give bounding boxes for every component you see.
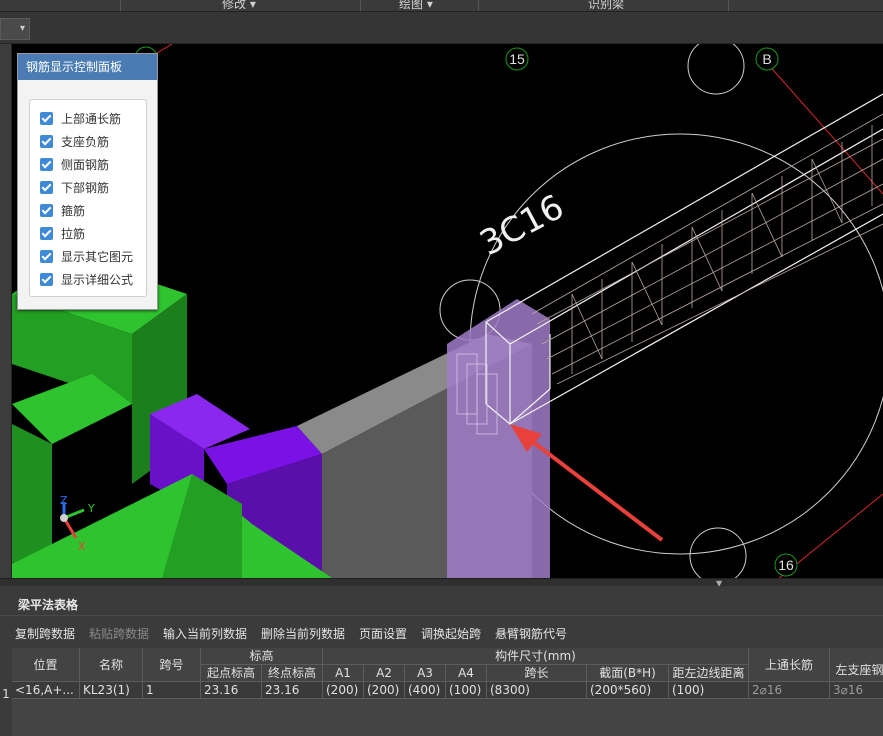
- header-edge-distance[interactable]: 距左边线距离: [669, 665, 749, 682]
- cell-a4[interactable]: (100): [446, 682, 487, 699]
- checkbox-checked-icon[interactable]: [40, 158, 53, 171]
- axis-label-16: 16: [778, 557, 794, 573]
- panel-splitter[interactable]: ▼: [0, 578, 883, 588]
- checkbox-checked-icon[interactable]: [40, 227, 53, 240]
- option-bottom-rebar[interactable]: 下部钢筋: [30, 176, 146, 199]
- axis-origin: [60, 514, 68, 522]
- copy-span-button[interactable]: 复制跨数据: [15, 625, 75, 642]
- checkbox-checked-icon[interactable]: [40, 204, 53, 217]
- rebar-cage: [531, 113, 883, 385]
- header-left-support-rebar[interactable]: 左支座钢: [830, 648, 883, 682]
- panel-options: 上部通长筋 支座负筋 侧面钢筋 下部钢筋 箍筋 拉筋 显示其它图元 显示详细公式: [29, 99, 147, 297]
- header-dimensions[interactable]: 构件尺寸(mm): [323, 648, 749, 665]
- checkbox-checked-icon[interactable]: [40, 181, 53, 194]
- input-column-button[interactable]: 输入当前列数据: [163, 625, 247, 642]
- panel-title: 钢筋显示控制面板: [18, 54, 157, 80]
- option-tie-bar[interactable]: 拉筋: [30, 222, 146, 245]
- beam-outline: [485, 128, 883, 345]
- checkbox-checked-icon[interactable]: [40, 112, 53, 125]
- header-top-long-rebar[interactable]: 上通长筋: [749, 648, 830, 682]
- chevron-down-icon: ▾: [19, 23, 25, 34]
- header-start-elevation[interactable]: 起点标高: [201, 665, 262, 682]
- header-name[interactable]: 名称: [80, 648, 143, 682]
- menu-draw[interactable]: 绘图 ▾: [399, 0, 433, 11]
- option-label: 下部钢筋: [61, 181, 110, 195]
- table-toolbar: 复制跨数据 粘贴跨数据 输入当前列数据 删除当前列数据 页面设置 调换起始跨 悬…: [0, 620, 883, 644]
- cell-a1[interactable]: (200): [323, 682, 364, 699]
- menu-separator: [728, 0, 729, 11]
- option-label: 显示详细公式: [61, 273, 134, 287]
- header-end-elevation[interactable]: 终点标高: [262, 665, 323, 682]
- z-axis-label: Z: [60, 494, 68, 507]
- delete-column-button[interactable]: 删除当前列数据: [261, 625, 345, 642]
- rebar-annotation: 3C16: [473, 187, 570, 264]
- view-combo[interactable]: ▾: [0, 18, 30, 40]
- option-label: 上部通长筋: [61, 112, 122, 126]
- beam-table-panel: 梁平法表格 复制跨数据 粘贴跨数据 输入当前列数据 删除当前列数据 页面设置 调…: [0, 586, 883, 736]
- cell-edge-distance[interactable]: (100): [669, 682, 749, 699]
- option-stirrup[interactable]: 箍筋: [30, 199, 146, 222]
- option-show-other[interactable]: 显示其它图元: [30, 245, 146, 268]
- option-top-long-rebar[interactable]: 上部通长筋: [30, 107, 146, 130]
- table-panel-title: 梁平法表格: [0, 594, 883, 616]
- left-dock-strip: [0, 44, 12, 580]
- header-span[interactable]: 跨号: [143, 648, 201, 682]
- menu-separator: [120, 0, 121, 11]
- rebar-display-panel: 钢筋显示控制面板 上部通长筋 支座负筋 侧面钢筋 下部钢筋 箍筋 拉筋 显示其它…: [17, 53, 158, 310]
- beam-table: 位置 名称 跨号 标高 起点标高 终点标高 构件尺寸(mm) A1 A2 A3 …: [12, 648, 883, 736]
- cell-start-elevation[interactable]: 23.16: [201, 682, 262, 699]
- header-a2[interactable]: A2: [364, 665, 405, 682]
- option-support-neg-rebar[interactable]: 支座负筋: [30, 130, 146, 153]
- header-elevation[interactable]: 标高: [201, 648, 323, 665]
- table-empty-area: [12, 699, 883, 736]
- option-show-formula[interactable]: 显示详细公式: [30, 268, 146, 291]
- cell-position[interactable]: <16,A+...: [12, 682, 80, 699]
- axis-label-b: B: [762, 51, 771, 67]
- checkbox-checked-icon[interactable]: [40, 250, 53, 263]
- page-setup-button[interactable]: 页面设置: [359, 625, 407, 642]
- cell-span[interactable]: 1: [143, 682, 201, 699]
- menu-separator: [360, 0, 361, 11]
- option-side-rebar[interactable]: 侧面钢筋: [30, 153, 146, 176]
- header-a1[interactable]: A1: [323, 665, 364, 682]
- option-label: 拉筋: [61, 227, 86, 241]
- menu-separator: [478, 0, 479, 11]
- header-a4[interactable]: A4: [446, 665, 487, 682]
- checkbox-checked-icon[interactable]: [40, 135, 53, 148]
- small-circle: [687, 44, 745, 95]
- row-number: 1: [0, 686, 12, 703]
- header-span-length[interactable]: 跨长: [487, 665, 587, 682]
- cell-end-elevation[interactable]: 23.16: [262, 682, 323, 699]
- cell-a2[interactable]: (200): [364, 682, 405, 699]
- menu-identify-beam[interactable]: 识别梁: [588, 0, 624, 11]
- cell-name[interactable]: KL23(1): [80, 682, 143, 699]
- y-axis-label: Y: [87, 502, 95, 515]
- x-axis-label: X: [78, 540, 86, 553]
- cell-a3[interactable]: (400): [405, 682, 446, 699]
- axis-label-15: 15: [509, 51, 525, 67]
- cell-span-length[interactable]: (8300): [487, 682, 587, 699]
- menu-bar: 修改 ▾ 绘图 ▾ 识别梁: [0, 0, 883, 12]
- beam-outline: [509, 213, 883, 426]
- header-position[interactable]: 位置: [12, 648, 80, 682]
- checkbox-checked-icon[interactable]: [40, 273, 53, 286]
- cell-section[interactable]: (200*560): [587, 682, 669, 699]
- header-a3[interactable]: A3: [405, 665, 446, 682]
- swap-start-span-button[interactable]: 调换起始跨: [421, 625, 481, 642]
- toolbar-strip: [0, 12, 883, 44]
- header-section[interactable]: 截面(B*H): [587, 665, 669, 682]
- option-label: 箍筋: [61, 204, 86, 218]
- cell-left-support-rebar[interactable]: 3⌀16: [830, 682, 883, 699]
- cell-top-long-rebar[interactable]: 2⌀16: [749, 682, 830, 699]
- option-label: 支座负筋: [61, 135, 110, 149]
- cantilever-rebar-code-button[interactable]: 悬臂钢筋代号: [495, 625, 567, 642]
- option-label: 侧面钢筋: [61, 158, 110, 172]
- option-label: 显示其它图元: [61, 250, 134, 264]
- paste-span-button[interactable]: 粘贴跨数据: [89, 625, 149, 642]
- menu-modify[interactable]: 修改 ▾: [222, 0, 256, 11]
